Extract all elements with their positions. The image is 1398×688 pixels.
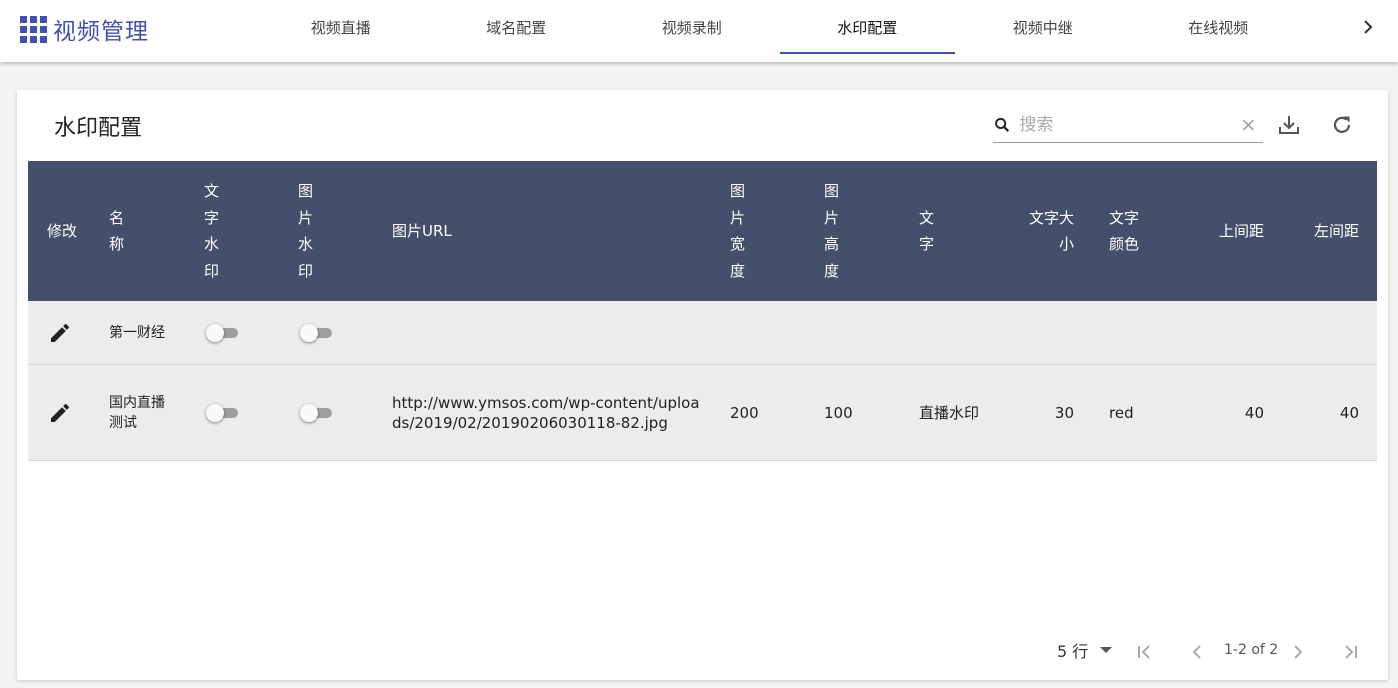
refresh-icon [1333,116,1351,133]
column-header-image-watermark[interactable]: 图片水印 [298,161,314,301]
column-header-edit: 修改 [47,221,78,240]
page-range-label: 1-2 of 2 [1224,642,1279,658]
edit-cell [48,301,78,364]
name-cell: 国内直播测试 [109,394,165,431]
text-watermark-toggle[interactable] [206,323,238,343]
image-watermark-cell [300,301,340,364]
image-watermark-toggle[interactable] [300,403,332,423]
first-page-icon [1138,645,1150,659]
column-header-font-size[interactable]: 文字大小 [1028,161,1074,301]
font-color-cell: red [1109,403,1134,422]
search-input[interactable] [1017,114,1241,136]
caret-down-icon [1100,647,1113,653]
download-icon [1279,116,1299,134]
tabs-scroll-right-button[interactable] [1358,15,1378,39]
rows-per-page-value: 5 行 [1057,642,1089,661]
image-watermark-toggle[interactable] [300,323,332,343]
text-cell: 直播水印 [919,404,980,422]
refresh-button[interactable] [1329,112,1355,138]
name-cell: 第一财经 [109,324,165,341]
last-page-icon [1345,645,1357,659]
font-size-cell: 30 [1054,403,1074,422]
tab-online-video[interactable]: 在线视频 [1131,0,1307,54]
search-box [993,108,1263,143]
search-icon [995,117,1010,132]
table-row: 国内直播测试 http://www.ymsos.com/wp-content/u… [28,365,1377,461]
column-header-text-watermark[interactable]: 文字水印 [204,161,220,301]
left-margin-cell: 40 [1339,403,1359,422]
brand[interactable]: 视频管理 [20,12,149,46]
column-header-top-margin[interactable]: 上间距 [1218,161,1264,301]
text-watermark-cell [206,301,246,364]
column-header-name[interactable]: 名称 [109,161,125,301]
column-header-image-width[interactable]: 图片宽度 [730,161,746,301]
tab-watermark-config[interactable]: 水印配置 [779,0,956,54]
column-header-left-margin[interactable]: 左间距 [1313,161,1359,301]
rows-per-page-select[interactable]: 5 行 [1057,638,1113,662]
edit-cell [48,365,78,460]
page-title: 水印配置 [54,116,143,141]
tab-domain-config[interactable]: 域名配置 [429,0,605,54]
column-header-image-url[interactable]: 图片URL [392,161,512,301]
image-height-cell: 100 [824,403,853,422]
column-header-text[interactable]: 文字 [919,161,935,301]
previous-page-button[interactable] [1185,640,1209,664]
watermark-table-card: 水印配置 修改 名称 文字水印 图片水印 图片URL 图片宽度 图片高度 文字 … [17,90,1388,680]
pagination: 5 行 1-2 of 2 [17,630,1388,674]
tab-video-recording[interactable]: 视频录制 [604,0,780,54]
chevron-right-icon [1364,20,1373,34]
download-button[interactable] [1276,112,1302,138]
chevron-right-icon [1294,645,1303,659]
tab-video-relay[interactable]: 视频中继 [955,0,1131,54]
table-header: 修改 名称 文字水印 图片水印 图片URL 图片宽度 图片高度 文字 文字大小 … [28,161,1377,301]
table-row: 第一财经 [28,301,1377,365]
text-watermark-cell [206,365,246,460]
pencil-icon[interactable] [48,401,72,425]
apps-grid-icon[interactable] [20,15,47,43]
image-width-cell: 200 [730,403,759,422]
image-url-cell: http://www.ymsos.com/wp-content/uploads/… [392,393,700,432]
last-page-button[interactable] [1338,640,1362,664]
first-page-button[interactable] [1133,640,1157,664]
top-margin-cell: 40 [1244,403,1264,422]
tab-video-live[interactable]: 视频直播 [253,0,429,54]
top-app-bar: 视频管理 视频直播 域名配置 视频录制 水印配置 视频中继 在线视频 [0,0,1398,62]
text-watermark-toggle[interactable] [206,403,238,423]
app-title: 视频管理 [53,19,149,45]
close-icon[interactable] [1240,115,1257,135]
nav-tabs: 视频直播 域名配置 视频录制 水印配置 视频中继 在线视频 [253,0,1306,54]
chevron-left-icon [1192,645,1201,659]
next-page-button[interactable] [1286,640,1310,664]
image-watermark-cell [300,365,340,460]
column-header-image-height[interactable]: 图片高度 [824,161,840,301]
column-header-font-color[interactable]: 文字颜色 [1109,161,1141,301]
pencil-icon[interactable] [48,321,72,345]
